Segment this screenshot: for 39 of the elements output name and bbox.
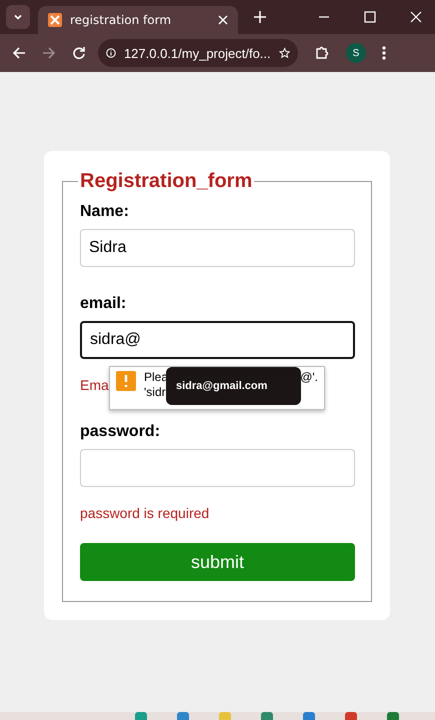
taskbar-icon[interactable]	[135, 712, 147, 720]
address-bar[interactable]: 127.0.0.1/my_project/fo...	[98, 39, 298, 67]
close-window-icon[interactable]	[410, 11, 422, 23]
warning-icon	[116, 371, 136, 391]
url-text: 127.0.0.1/my_project/fo...	[124, 46, 271, 60]
chevron-down-icon	[13, 12, 23, 22]
input-field[interactable]: Sidra	[80, 229, 355, 267]
taskbar-icon[interactable]	[177, 712, 189, 720]
field-label: Name:	[80, 203, 130, 221]
reload-icon[interactable]	[72, 46, 86, 60]
field-label: password:	[80, 423, 162, 441]
input-field[interactable]: sidra@	[80, 321, 355, 359]
taskbar-icon[interactable]	[345, 712, 357, 720]
submit-button[interactable]: submit	[80, 543, 355, 581]
error-message: password is required	[80, 505, 210, 521]
puzzle-icon[interactable]	[314, 45, 330, 61]
popup-text: @'.	[300, 371, 318, 384]
forward-icon[interactable]	[42, 46, 56, 60]
profile-avatar[interactable]: S	[346, 43, 366, 63]
field-label: email:	[80, 295, 128, 313]
popup-text: 'sidr	[144, 386, 166, 400]
menu-icon[interactable]	[382, 45, 386, 61]
taskbar-icon[interactable]	[261, 712, 273, 720]
star-icon[interactable]	[278, 45, 290, 61]
favicon-icon	[48, 13, 62, 27]
taskbar-icon[interactable]	[303, 712, 315, 720]
taskbar-icon[interactable]	[387, 712, 399, 720]
info-icon[interactable]	[106, 46, 116, 60]
new-tab-icon[interactable]	[254, 11, 266, 23]
form-legend: Registration_form	[78, 170, 254, 193]
autocomplete-suggestion[interactable]: sidra@gmail.com	[166, 367, 301, 405]
browser-tab[interactable]: registration form	[38, 6, 238, 34]
close-icon[interactable]	[218, 15, 228, 25]
back-icon[interactable]	[12, 46, 26, 60]
maximize-icon[interactable]	[364, 11, 376, 23]
tab-search-button[interactable]	[6, 5, 30, 29]
input-field[interactable]	[80, 449, 355, 487]
tab-title: registration form	[70, 13, 172, 27]
error-message: Ema	[80, 377, 109, 393]
